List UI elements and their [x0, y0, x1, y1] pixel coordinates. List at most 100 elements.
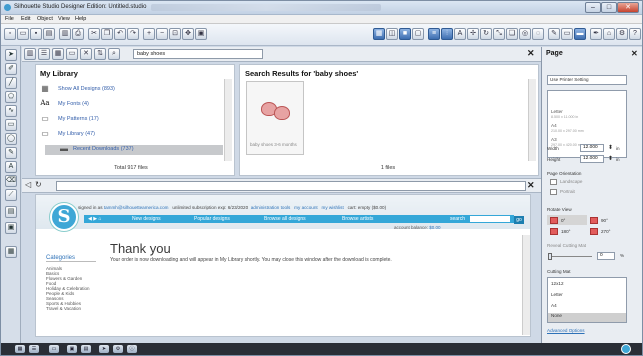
- design-thumbnail[interactable]: baby shoes 3-6 months: [246, 81, 304, 155]
- library-icon[interactable]: ▥: [24, 48, 36, 60]
- cart-link[interactable]: cart: empty ($0.00): [348, 205, 387, 210]
- reveal-input[interactable]: 0: [597, 252, 615, 260]
- delete-icon[interactable]: ✕: [80, 48, 92, 60]
- my-wishlist-link[interactable]: my wishlist: [322, 205, 344, 210]
- library-item-my-library[interactable]: ▭ My Library (47): [40, 129, 230, 140]
- use-printer-setting-button[interactable]: Use Printer Setting: [547, 75, 627, 85]
- select-tool-icon[interactable]: ➤: [5, 49, 17, 61]
- category-link[interactable]: Travel & Vacation: [46, 306, 81, 311]
- library-icon[interactable]: ▤: [43, 28, 55, 40]
- store-panel-icon[interactable]: ▣: [5, 222, 17, 234]
- menu-help[interactable]: Help: [75, 16, 86, 22]
- send-to-cutter-icon[interactable]: ⎙: [72, 28, 84, 40]
- close-store-icon[interactable]: ✕: [527, 180, 535, 191]
- nav-browse-all[interactable]: Browse all designs: [264, 216, 306, 222]
- redo-icon[interactable]: ↷: [127, 28, 139, 40]
- close-library-icon[interactable]: ✕: [527, 48, 535, 59]
- reveal-slider[interactable]: [548, 256, 592, 257]
- rotate-180-icon[interactable]: [550, 228, 558, 235]
- advanced-options-link[interactable]: Advanced Options: [547, 328, 585, 333]
- new-folder-icon[interactable]: ▭: [66, 48, 78, 60]
- height-stepper[interactable]: ⬍: [608, 155, 613, 162]
- pen-tool-icon[interactable]: ✒: [590, 28, 602, 40]
- mat-option-a4[interactable]: A4: [551, 303, 557, 308]
- rotate-270-icon[interactable]: [590, 228, 598, 235]
- mat-option-none[interactable]: None: [548, 313, 626, 322]
- library-panel-icon[interactable]: ▤: [5, 206, 17, 218]
- cut-icon[interactable]: ✂: [88, 28, 100, 40]
- mat-option-12x12[interactable]: 12x12: [551, 281, 564, 286]
- mat-option-letter[interactable]: Letter: [551, 292, 563, 297]
- print-icon[interactable]: ▥: [59, 28, 71, 40]
- paper-custom-selected[interactable]: [551, 95, 625, 107]
- address-field[interactable]: [56, 181, 526, 191]
- home-icon[interactable]: ◀ ▶ ⌂: [88, 216, 102, 222]
- back-icon[interactable]: ◁: [25, 180, 31, 189]
- zoom-in-icon[interactable]: +: [143, 28, 155, 40]
- zoom-out-icon[interactable]: −: [156, 28, 168, 40]
- layers-icon[interactable]: ☰: [29, 345, 39, 353]
- offset-icon[interactable]: ◌: [532, 28, 544, 40]
- save-icon[interactable]: ▪: [30, 28, 42, 40]
- send-tab-icon[interactable]: ➤: [99, 345, 109, 353]
- store-search-input[interactable]: [470, 216, 510, 222]
- admin-tools-link[interactable]: administration tools: [251, 205, 291, 210]
- library-item-all[interactable]: ▦ Show All Designs (893): [40, 84, 230, 95]
- modify-icon[interactable]: ◎: [519, 28, 531, 40]
- edit-points-icon[interactable]: ✐: [5, 63, 17, 75]
- library-scrollbar[interactable]: [224, 79, 232, 161]
- undo-icon[interactable]: ↶: [114, 28, 126, 40]
- height-input[interactable]: 12.000: [580, 155, 604, 163]
- search-icon[interactable]: ⌕: [108, 48, 120, 60]
- results-scrollbar[interactable]: [528, 79, 536, 161]
- library-item-patterns[interactable]: ▭ My Patterns (17): [40, 114, 230, 125]
- rotate-0-icon[interactable]: [550, 217, 558, 224]
- view-grid-icon[interactable]: ▦: [52, 48, 64, 60]
- move-icon[interactable]: ✢: [467, 28, 479, 40]
- page-setup-icon[interactable]: ▭: [561, 28, 573, 40]
- ellipse-tool-icon[interactable]: ◯: [5, 133, 17, 145]
- settings-tab-icon[interactable]: ⚙: [113, 345, 123, 353]
- menu-file[interactable]: File: [5, 16, 14, 22]
- store-icon[interactable]: ⌂: [603, 28, 615, 40]
- page-icon[interactable]: ▭: [49, 345, 59, 353]
- rotate-icon[interactable]: ↻: [480, 28, 492, 40]
- refresh-icon[interactable]: ↻: [35, 180, 42, 189]
- shape-icon[interactable]: ◫: [386, 28, 398, 40]
- settings-icon[interactable]: ⚙: [616, 28, 628, 40]
- open-folder-icon[interactable]: ▭: [17, 28, 29, 40]
- polygon-tool-icon[interactable]: ⬠: [5, 91, 17, 103]
- cut-settings-icon[interactable]: ▬: [574, 28, 586, 40]
- info-tab-icon[interactable]: ⓘ: [127, 345, 137, 353]
- line-style-icon[interactable]: ≡: [428, 28, 440, 40]
- width-input[interactable]: 12.000: [580, 144, 604, 152]
- new-file-icon[interactable]: ▫: [4, 28, 16, 40]
- library-search-input[interactable]: baby shoes: [133, 49, 263, 59]
- help-icon[interactable]: ?: [629, 28, 641, 40]
- zoom-fit-icon[interactable]: ⊡: [169, 28, 181, 40]
- pan-icon[interactable]: ✥: [182, 28, 194, 40]
- align-icon[interactable]: ⫶: [441, 28, 453, 40]
- silhouette-logo[interactable]: S: [50, 203, 78, 231]
- minimize-button[interactable]: –: [585, 2, 601, 13]
- width-stepper[interactable]: ⬍: [608, 144, 613, 151]
- user-email-link[interactable]: tammh@silhouetteamerica.com: [104, 205, 169, 210]
- copy-icon[interactable]: ❐: [101, 28, 113, 40]
- curve-tool-icon[interactable]: ∿: [5, 105, 17, 117]
- design-tab-icon[interactable]: ▦: [15, 345, 25, 353]
- my-account-link[interactable]: my account: [294, 205, 318, 210]
- paper-option-a3[interactable]: A3: [551, 137, 557, 142]
- portrait-checkbox[interactable]: [550, 189, 557, 195]
- scale-icon[interactable]: ⤡: [493, 28, 505, 40]
- freehand-tool-icon[interactable]: ✎: [5, 147, 17, 159]
- store-search-go-button[interactable]: go: [514, 216, 524, 224]
- rotate-90-icon[interactable]: [590, 217, 598, 224]
- grid-settings-icon[interactable]: ▦: [373, 28, 385, 40]
- replicate-icon[interactable]: ❏: [506, 28, 518, 40]
- fill-color-icon[interactable]: ■: [399, 28, 411, 40]
- zoom-select-icon[interactable]: ▣: [195, 28, 207, 40]
- text-style-icon[interactable]: A: [454, 28, 466, 40]
- library-item-fonts[interactable]: Aa My Fonts (4): [40, 99, 230, 110]
- menu-object[interactable]: Object: [37, 16, 53, 22]
- library-item-recent-downloads[interactable]: ▬ Recent Downloads (737): [45, 144, 223, 155]
